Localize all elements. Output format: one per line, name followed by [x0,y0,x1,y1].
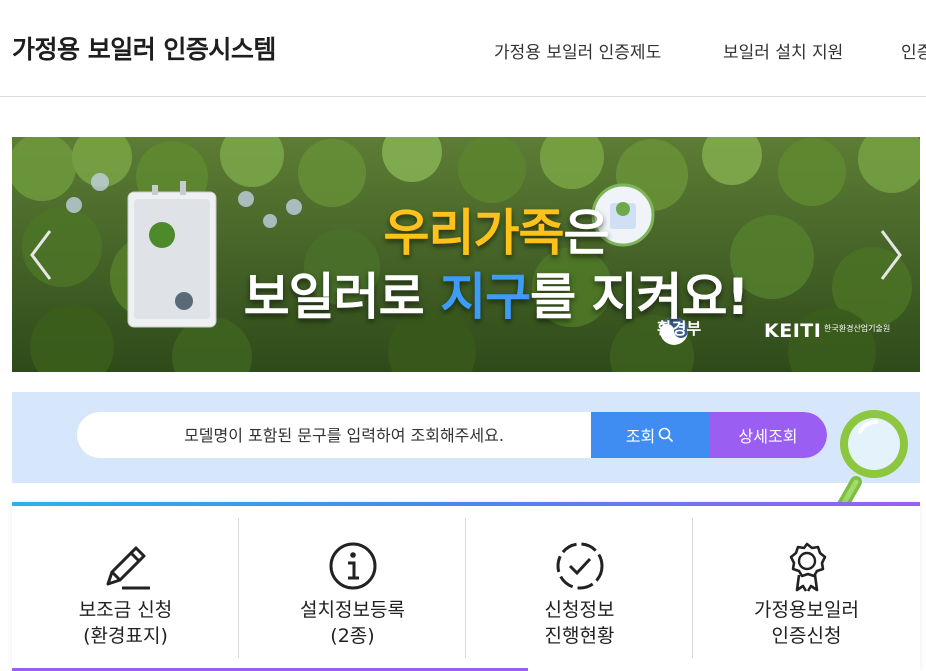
quick-link-subsidy-label: 보조금 신청 (환경표지) [78,599,173,647]
quick-link-install-register-label: 설치정보등록 (2종) [300,599,405,647]
nav-item-certification-system[interactable]: 가정용 보일러 인증제도 [494,38,661,63]
quick-link-install-register[interactable]: 설치정보등록 (2종) [239,518,466,658]
search-button[interactable]: 조회 [591,412,709,458]
quick-link-boiler-certification[interactable]: 가정용보일러 인증신청 [693,518,920,658]
keiti-logo-text: KEITI [764,320,822,342]
check-circle-icon [556,542,604,590]
banner-prev-button[interactable] [26,227,56,283]
info-icon [329,542,377,590]
banner-next-button[interactable] [876,227,906,283]
nav-item-certification[interactable]: 인증 [901,38,926,63]
search-icon [658,427,674,443]
chevron-left-icon [30,230,52,280]
banner-headline-line2: 보일러로 지구를 지켜요! [243,268,750,326]
main-banner[interactable]: 우리가족은 보일러로 지구를 지켜요! 환경부 KEITI 한국환경산업기술원 [12,137,920,372]
site-header: 가정용 보일러 인증시스템 가정용 보일러 인증제도 보일러 설치 지원 인증 [0,0,926,97]
chevron-right-icon [880,230,902,280]
search-box: 조회 상세조회 [77,412,827,458]
site-title[interactable]: 가정용 보일러 인증시스템 [12,30,276,66]
quick-link-boiler-certification-label: 가정용보일러 인증신청 [754,599,859,647]
banner-headline-line1: 우리가족은 [383,204,610,262]
nav-item-installation-support[interactable]: 보일러 설치 지원 [723,38,843,63]
ministry-logo-text: 환경부 [657,319,702,338]
quick-link-application-status[interactable]: 신청정보 진행현황 [466,518,693,658]
search-area: 조회 상세조회 [12,392,920,483]
quick-links-accent-line [12,502,920,506]
pencil-icon [106,546,150,590]
quick-link-application-status-label: 신청정보 진행현황 [544,599,615,647]
quick-link-subsidy[interactable]: 보조금 신청 (환경표지) [12,518,239,658]
quick-links-panel: 보조금 신청 (환경표지) 설치정보등록 (2종) 신청정보 진행현황 가정용보… [12,502,920,671]
award-ribbon-icon [789,542,827,592]
search-button-label: 조회 [625,427,656,446]
search-input[interactable] [77,412,591,458]
keiti-logo-subtext: 한국환경산업기술원 [824,324,891,333]
detail-search-button[interactable]: 상세조회 [709,412,827,458]
